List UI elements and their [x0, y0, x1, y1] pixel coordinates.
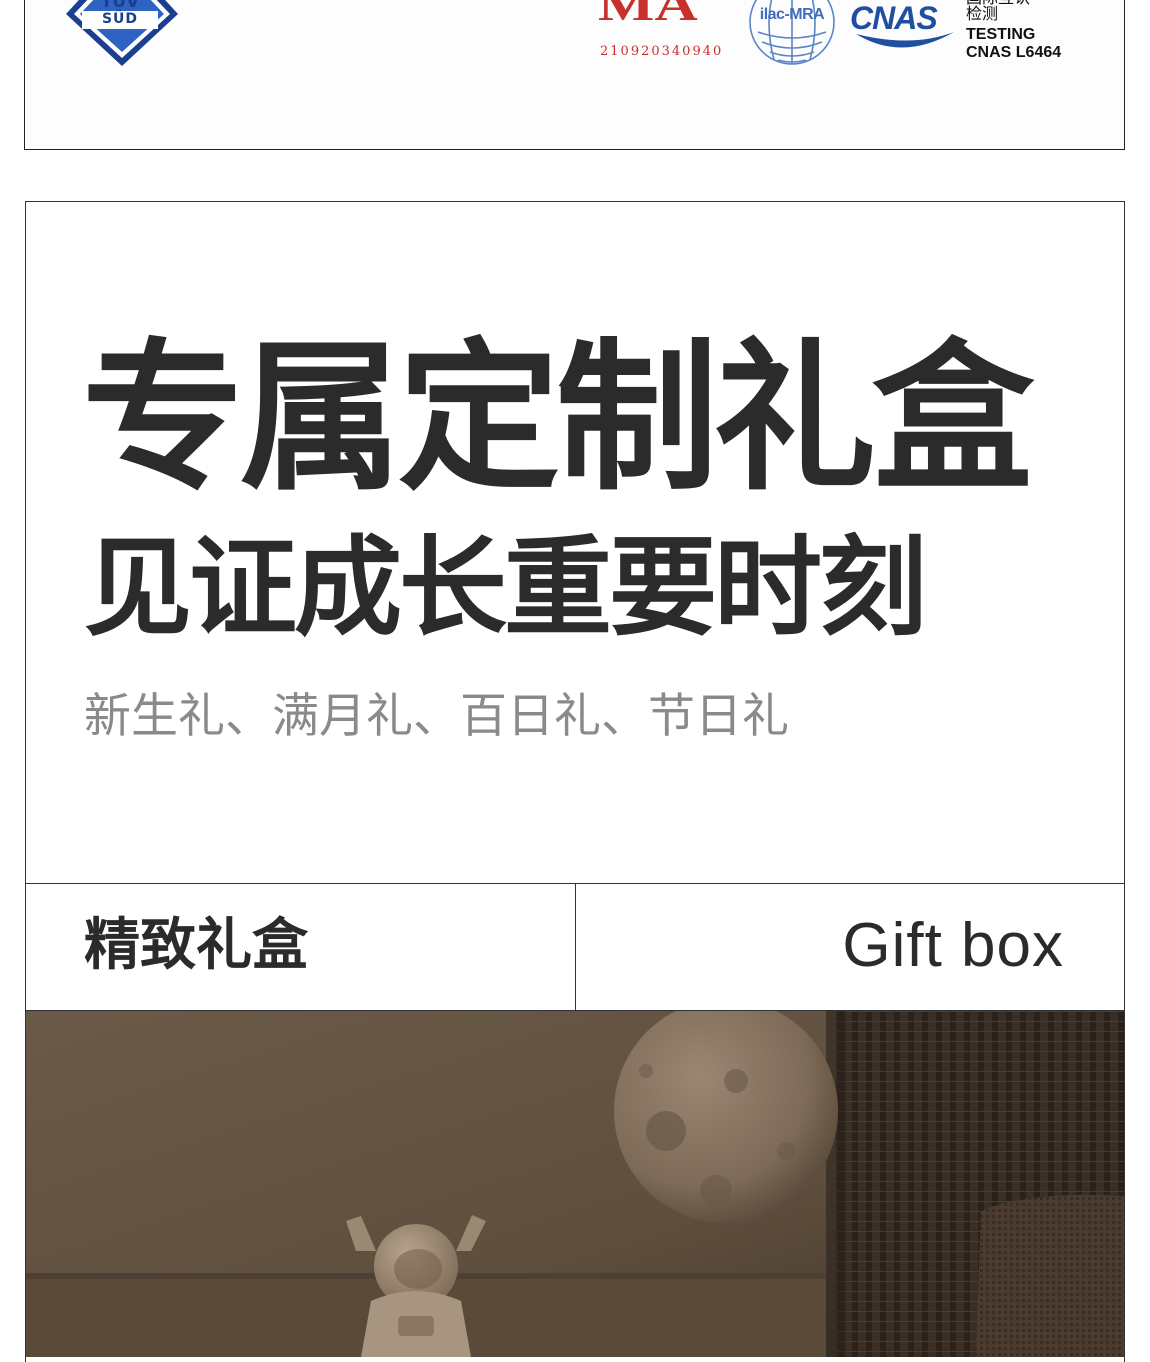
- occasions-text: 新生礼、满月礼、百日礼、节日礼: [84, 689, 789, 744]
- cnas-text-line2: 检测: [966, 6, 999, 23]
- product-photo: [26, 1011, 1124, 1357]
- headline: 专属定制礼盒: [82, 325, 1034, 513]
- cnas-text-line4: CNAS L6464: [966, 44, 1062, 61]
- cma-number: 210920340940: [600, 44, 724, 59]
- tuv-sud-logo: TÜV SÜD: [60, 0, 184, 68]
- cma-mark: MA: [598, 0, 698, 30]
- gift-box-label-cn: 精致礼盒: [84, 913, 308, 978]
- cnas-swoosh-icon: [856, 32, 954, 48]
- certification-panel: [24, 0, 1125, 150]
- subheadline: 见证成长重要时刻: [84, 526, 927, 651]
- gift-box-label-en: Gift box: [842, 911, 1064, 980]
- astronaut-moon-scene: [26, 1011, 1124, 1357]
- cnas-text-line3: TESTING: [966, 26, 1036, 43]
- divider: [575, 883, 576, 1011]
- tuv-sud-label: SÜD: [82, 11, 158, 29]
- tuv-top-label: TÜV: [100, 0, 140, 12]
- ilac-mra-label: ilac-MRA: [759, 6, 825, 23]
